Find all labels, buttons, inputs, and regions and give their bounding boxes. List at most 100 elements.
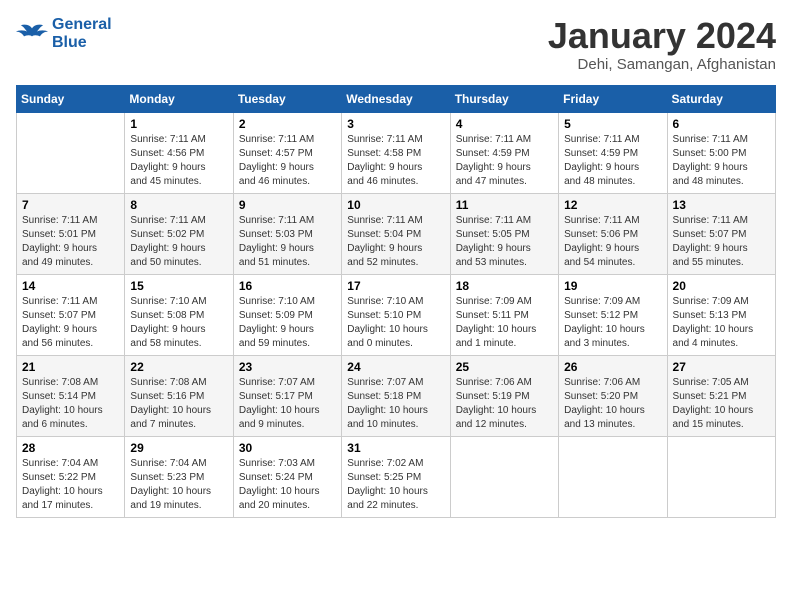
calendar-cell: [17, 112, 125, 193]
calendar-cell: 19 Sunrise: 7:09 AMSunset: 5:12 PMDayligh…: [559, 274, 667, 355]
day-info: Sunrise: 7:11 AMSunset: 5:04 PMDaylight:…: [347, 214, 444, 270]
day-number: 30: [239, 441, 336, 455]
month-title: January 2024: [548, 16, 776, 56]
day-of-week-header: Sunday: [17, 85, 125, 112]
day-info: Sunrise: 7:10 AMSunset: 5:09 PMDaylight:…: [239, 295, 336, 351]
day-info: Sunrise: 7:11 AMSunset: 4:56 PMDaylight:…: [130, 133, 227, 189]
calendar-cell: 11Sunrise: 7:11 AMSunset: 5:05 PMDayligh…: [450, 193, 558, 274]
day-number: 17: [347, 279, 444, 293]
calendar-week-row: 28 Sunrise: 7:04 AMSunset: 5:22 PMDayligh…: [17, 436, 776, 517]
calendar-cell: 27Sunrise: 7:05 AMSunset: 5:21 PMDayligh…: [667, 355, 775, 436]
day-number: 23: [239, 360, 336, 374]
day-number: 3: [347, 117, 444, 131]
day-number: 12: [564, 198, 661, 212]
calendar-cell: 8 Sunrise: 7:11 AMSunset: 5:02 PMDaylight…: [125, 193, 233, 274]
calendar-cell: 14 Sunrise: 7:11 AMSunset: 5:07 PMDayligh…: [17, 274, 125, 355]
calendar-cell: 10Sunrise: 7:11 AMSunset: 5:04 PMDayligh…: [342, 193, 450, 274]
day-number: 14: [22, 279, 119, 293]
day-of-week-header: Saturday: [667, 85, 775, 112]
day-number: 8: [130, 198, 227, 212]
calendar-cell: [450, 436, 558, 517]
day-number: 9: [239, 198, 336, 212]
calendar-week-row: 7 Sunrise: 7:11 AMSunset: 5:01 PMDaylight…: [17, 193, 776, 274]
day-info: Sunrise: 7:05 AMSunset: 5:21 PMDaylight:…: [673, 376, 770, 432]
day-of-week-header: Wednesday: [342, 85, 450, 112]
calendar-cell: 29Sunrise: 7:04 AMSunset: 5:23 PMDayligh…: [125, 436, 233, 517]
day-number: 26: [564, 360, 661, 374]
day-info: Sunrise: 7:10 AMSunset: 5:10 PMDaylight:…: [347, 295, 444, 351]
calendar-header-row: SundayMondayTuesdayWednesdayThursdayFrid…: [17, 85, 776, 112]
day-info: Sunrise: 7:11 AMSunset: 5:07 PMDaylight:…: [22, 295, 119, 351]
logo-text: General Blue: [52, 16, 112, 52]
calendar-cell: 23 Sunrise: 7:07 AMSunset: 5:17 PMDayligh…: [233, 355, 341, 436]
day-of-week-header: Monday: [125, 85, 233, 112]
day-info: Sunrise: 7:09 AMSunset: 5:12 PMDaylight:…: [564, 295, 661, 351]
calendar-cell: 25Sunrise: 7:06 AMSunset: 5:19 PMDayligh…: [450, 355, 558, 436]
day-number: 28: [22, 441, 119, 455]
day-number: 18: [456, 279, 553, 293]
title-block: January 2024 Dehi, Samangan, Afghanistan: [548, 16, 776, 73]
calendar-table: SundayMondayTuesdayWednesdayThursdayFrid…: [16, 85, 776, 518]
day-number: 7: [22, 198, 119, 212]
day-number: 29: [130, 441, 227, 455]
calendar-cell: 22Sunrise: 7:08 AMSunset: 5:16 PMDayligh…: [125, 355, 233, 436]
calendar-cell: 9 Sunrise: 7:11 AMSunset: 5:03 PMDaylight…: [233, 193, 341, 274]
day-of-week-header: Tuesday: [233, 85, 341, 112]
day-info: Sunrise: 7:11 AMSunset: 4:58 PMDaylight:…: [347, 133, 444, 189]
day-info: Sunrise: 7:08 AMSunset: 5:14 PMDaylight:…: [22, 376, 119, 432]
day-number: 5: [564, 117, 661, 131]
day-number: 16: [239, 279, 336, 293]
day-info: Sunrise: 7:09 AMSunset: 5:11 PMDaylight:…: [456, 295, 553, 351]
day-info: Sunrise: 7:08 AMSunset: 5:16 PMDaylight:…: [130, 376, 227, 432]
calendar-cell: 26 Sunrise: 7:06 AMSunset: 5:20 PMDayligh…: [559, 355, 667, 436]
day-info: Sunrise: 7:11 AMSunset: 4:59 PMDaylight:…: [564, 133, 661, 189]
calendar-cell: 1Sunrise: 7:11 AMSunset: 4:56 PMDaylight…: [125, 112, 233, 193]
day-info: Sunrise: 7:11 AMSunset: 5:03 PMDaylight:…: [239, 214, 336, 270]
day-info: Sunrise: 7:07 AMSunset: 5:18 PMDaylight:…: [347, 376, 444, 432]
calendar-cell: 30 Sunrise: 7:03 AMSunset: 5:24 PMDayligh…: [233, 436, 341, 517]
day-info: Sunrise: 7:10 AMSunset: 5:08 PMDaylight:…: [130, 295, 227, 351]
day-info: Sunrise: 7:06 AMSunset: 5:20 PMDaylight:…: [564, 376, 661, 432]
day-of-week-header: Thursday: [450, 85, 558, 112]
day-number: 24: [347, 360, 444, 374]
calendar-cell: 2Sunrise: 7:11 AMSunset: 4:57 PMDaylight…: [233, 112, 341, 193]
calendar-week-row: 21 Sunrise: 7:08 AMSunset: 5:14 PMDayligh…: [17, 355, 776, 436]
location-text: Dehi, Samangan, Afghanistan: [548, 56, 776, 73]
calendar-cell: 6 Sunrise: 7:11 AMSunset: 5:00 PMDaylight…: [667, 112, 775, 193]
calendar-cell: 28 Sunrise: 7:04 AMSunset: 5:22 PMDayligh…: [17, 436, 125, 517]
day-info: Sunrise: 7:11 AMSunset: 4:57 PMDaylight:…: [239, 133, 336, 189]
page-header: General Blue January 2024 Dehi, Samangan…: [16, 16, 776, 73]
calendar-cell: 5 Sunrise: 7:11 AMSunset: 4:59 PMDaylight…: [559, 112, 667, 193]
day-number: 13: [673, 198, 770, 212]
calendar-cell: 18 Sunrise: 7:09 AMSunset: 5:11 PMDayligh…: [450, 274, 558, 355]
day-of-week-header: Friday: [559, 85, 667, 112]
day-number: 31: [347, 441, 444, 455]
day-info: Sunrise: 7:03 AMSunset: 5:24 PMDaylight:…: [239, 457, 336, 513]
day-info: Sunrise: 7:04 AMSunset: 5:22 PMDaylight:…: [22, 457, 119, 513]
day-number: 6: [673, 117, 770, 131]
day-number: 11: [456, 198, 553, 212]
calendar-cell: [559, 436, 667, 517]
calendar-cell: 21 Sunrise: 7:08 AMSunset: 5:14 PMDayligh…: [17, 355, 125, 436]
calendar-cell: 3 Sunrise: 7:11 AMSunset: 4:58 PMDaylight…: [342, 112, 450, 193]
calendar-cell: 24 Sunrise: 7:07 AMSunset: 5:18 PMDayligh…: [342, 355, 450, 436]
day-number: 15: [130, 279, 227, 293]
day-info: Sunrise: 7:07 AMSunset: 5:17 PMDaylight:…: [239, 376, 336, 432]
day-number: 21: [22, 360, 119, 374]
day-info: Sunrise: 7:11 AMSunset: 5:00 PMDaylight:…: [673, 133, 770, 189]
day-info: Sunrise: 7:11 AMSunset: 5:07 PMDaylight:…: [673, 214, 770, 270]
day-info: Sunrise: 7:09 AMSunset: 5:13 PMDaylight:…: [673, 295, 770, 351]
day-number: 19: [564, 279, 661, 293]
logo-bird-icon: [16, 20, 48, 48]
calendar-week-row: 14 Sunrise: 7:11 AMSunset: 5:07 PMDayligh…: [17, 274, 776, 355]
day-info: Sunrise: 7:11 AMSunset: 5:02 PMDaylight:…: [130, 214, 227, 270]
calendar-week-row: 1Sunrise: 7:11 AMSunset: 4:56 PMDaylight…: [17, 112, 776, 193]
calendar-cell: 15 Sunrise: 7:10 AMSunset: 5:08 PMDayligh…: [125, 274, 233, 355]
calendar-cell: 17 Sunrise: 7:10 AMSunset: 5:10 PMDayligh…: [342, 274, 450, 355]
day-info: Sunrise: 7:11 AMSunset: 5:01 PMDaylight:…: [22, 214, 119, 270]
calendar-cell: 12Sunrise: 7:11 AMSunset: 5:06 PMDayligh…: [559, 193, 667, 274]
day-info: Sunrise: 7:11 AMSunset: 4:59 PMDaylight:…: [456, 133, 553, 189]
calendar-cell: 31Sunrise: 7:02 AMSunset: 5:25 PMDayligh…: [342, 436, 450, 517]
calendar-cell: 4Sunrise: 7:11 AMSunset: 4:59 PMDaylight…: [450, 112, 558, 193]
calendar-cell: 16 Sunrise: 7:10 AMSunset: 5:09 PMDayligh…: [233, 274, 341, 355]
